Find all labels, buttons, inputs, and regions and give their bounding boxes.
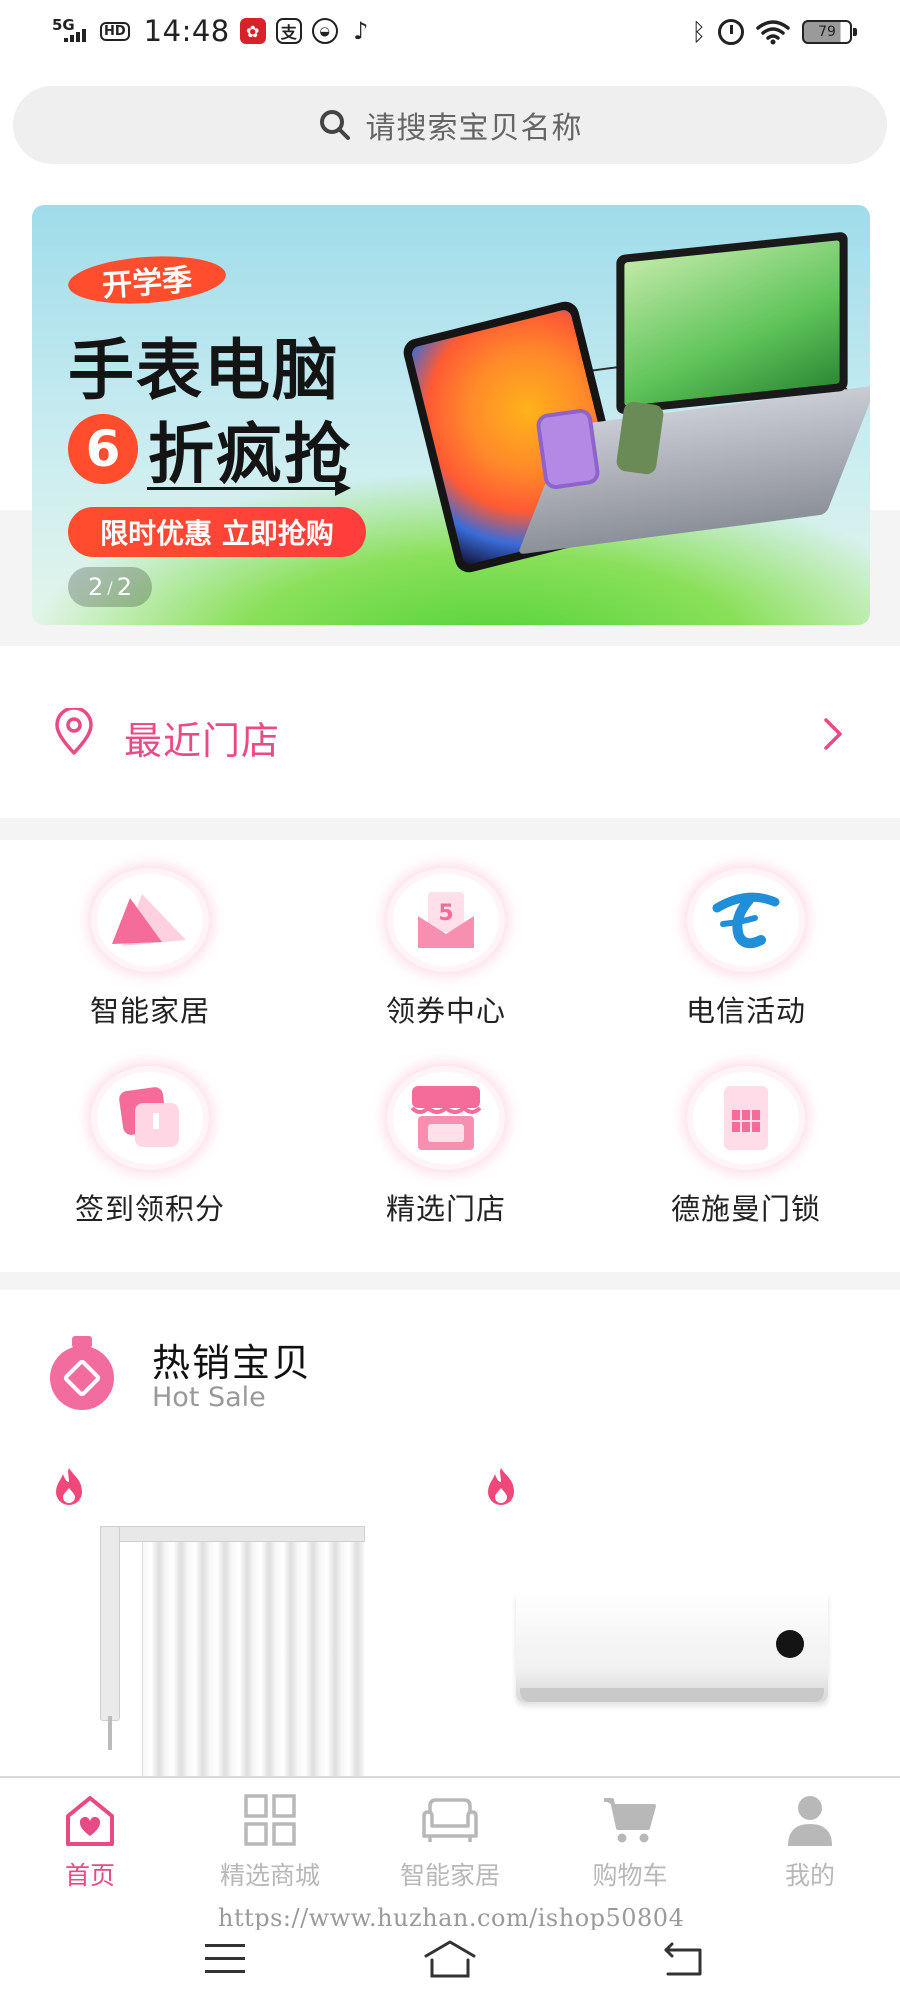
tab-label: 精选商城: [219, 1861, 320, 1890]
nearest-store-label: 最近门店: [124, 719, 281, 763]
discount-number: 6: [68, 414, 138, 484]
tab-label: 首页: [64, 1861, 115, 1890]
flame-icon: [488, 1468, 514, 1505]
hd-badge: HD: [100, 21, 130, 41]
tab-mall[interactable]: 精选商城: [180, 1790, 360, 1900]
grid-item-door-lock[interactable]: 德施曼门锁: [596, 1038, 896, 1228]
bluetooth-icon: ᛒ: [691, 18, 706, 46]
sofa-icon: [422, 1798, 478, 1842]
red-app-icon: ✿: [239, 18, 266, 44]
grid-label: 德施曼门锁: [670, 1192, 821, 1226]
grid-label: 智能家居: [89, 994, 210, 1028]
alipay-icon: 支: [275, 18, 302, 44]
home-icon: [66, 1796, 114, 1846]
grid-item-checkin[interactable]: 签到领积分: [0, 1038, 300, 1228]
alarm-icon: [718, 19, 744, 45]
search-placeholder: 请搜索宝贝名称: [365, 111, 583, 146]
battery-indicator: 79: [802, 20, 857, 44]
nearest-store-row[interactable]: 最近门店: [0, 646, 900, 818]
banner-title-text: 折疯抢: [148, 416, 352, 493]
status-left: 5G HD 14:48 ✿ 支 ◒ ♪: [50, 14, 374, 48]
tab-label: 我的: [784, 1861, 835, 1890]
shortcut-grid: 智能家居 5 领券中心 电信活动 签到领积分 精选门店 德施曼门锁: [0, 840, 900, 1272]
location-pin-icon: [55, 708, 93, 755]
laptop-screen-image: [616, 231, 848, 415]
signal-icon: 5G: [50, 16, 90, 46]
shop-icon: [393, 1072, 499, 1164]
tab-smart-home[interactable]: 智能家居: [360, 1790, 540, 1900]
hot-sale-logo-icon: [50, 1336, 114, 1410]
tab-profile[interactable]: 我的: [720, 1790, 900, 1900]
door-lock-icon: [693, 1072, 799, 1164]
cmb-icon: ◒: [311, 18, 338, 44]
checkin-icon: [97, 1072, 203, 1164]
grid-label: 签到领积分: [74, 1192, 225, 1226]
product-image-curtain[interactable]: [100, 1526, 365, 1776]
watermark: https://www.huzhan.com/ishop50804: [218, 1904, 685, 1932]
search-bar[interactable]: 请搜索宝贝名称: [13, 86, 887, 164]
cart-icon: [604, 1798, 656, 1843]
svg-text:5: 5: [438, 901, 453, 926]
grid-label: 精选门店: [385, 1192, 506, 1226]
grid-item-coupon[interactable]: 5 领券中心: [296, 840, 596, 1030]
status-bar: 5G HD 14:48 ✿ 支 ◒ ♪ ᛒ 79: [0, 0, 900, 70]
banner-cta-button[interactable]: 限时优惠 立即抢购: [68, 507, 366, 557]
chevron-right-icon: [824, 718, 842, 750]
smart-home-icon: [97, 874, 203, 966]
menu-icon[interactable]: [205, 1944, 245, 1976]
banner-index-total: 2: [116, 573, 132, 601]
system-navigation-bar: [0, 1930, 900, 2007]
coupon-icon: 5: [393, 874, 499, 966]
arrow-decoration: [147, 480, 351, 496]
grid-label: 电信活动: [685, 994, 806, 1028]
section-divider: [0, 818, 900, 840]
status-right: ᛒ 79: [691, 18, 857, 46]
section-divider: [0, 1272, 900, 1290]
grid-icon: [244, 1794, 296, 1846]
banner-title-line1: 手表电脑: [68, 332, 340, 409]
banner-badge: 开学季: [66, 251, 228, 309]
home-nav-icon[interactable]: [422, 1938, 478, 1980]
hot-sale-title: 热销宝贝: [152, 1341, 313, 1385]
promo-banner[interactable]: 开学季 手表电脑 6 折疯抢 限时优惠 立即抢购 2 / 2: [32, 205, 870, 625]
hot-sale-subtitle: Hot Sale: [152, 1382, 266, 1413]
banner-index-current: 2: [88, 573, 104, 601]
product-image-air-conditioner[interactable]: [516, 1590, 828, 1702]
grid-item-telecom[interactable]: 电信活动: [596, 840, 896, 1030]
telecom-icon: [693, 874, 799, 966]
back-icon[interactable]: [662, 1940, 708, 1980]
hot-sale-section: 热销宝贝 Hot Sale: [0, 1290, 900, 1776]
tab-label: 购物车: [592, 1861, 668, 1890]
user-icon: [788, 1796, 832, 1846]
grid-label: 领券中心: [385, 994, 506, 1028]
tab-cart[interactable]: 购物车: [540, 1790, 720, 1900]
wifi-icon: [756, 20, 790, 45]
tab-home[interactable]: 首页: [0, 1790, 180, 1900]
tiktok-icon: ♪: [353, 17, 369, 45]
banner-page-indicator: 2 / 2: [68, 567, 152, 607]
grid-item-smart-home[interactable]: 智能家居: [0, 840, 300, 1030]
tab-label: 智能家居: [399, 1861, 500, 1890]
flame-icon: [56, 1468, 82, 1505]
search-icon: [319, 110, 350, 140]
clock: 14:48: [143, 14, 230, 48]
banner-title-line2: 6 折疯抢: [68, 401, 352, 497]
watch-image: [534, 407, 602, 491]
banner-index-separator: /: [107, 577, 113, 597]
bottom-tab-bar: 首页 精选商城 智能家居 购物车 我的: [0, 1776, 900, 1904]
grid-item-shop[interactable]: 精选门店: [296, 1038, 596, 1228]
